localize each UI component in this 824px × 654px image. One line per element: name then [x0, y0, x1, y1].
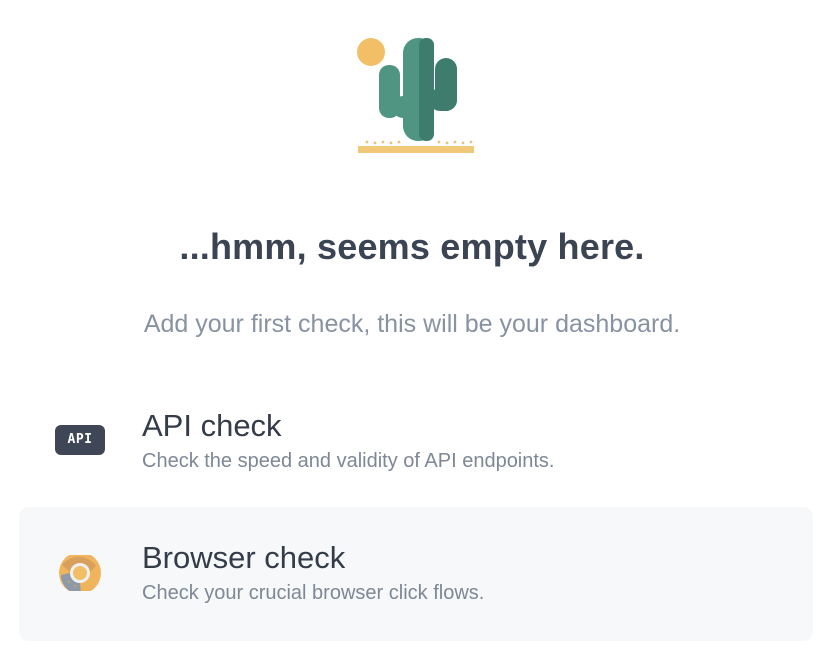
- browser-check-title: Browser check: [142, 540, 346, 575]
- empty-state-title: ...hmm, seems empty here.: [179, 226, 645, 267]
- api-icon: API: [55, 423, 105, 459]
- browser-check-description: Check your crucial browser click flows.: [142, 582, 485, 604]
- api-badge: API: [55, 425, 105, 455]
- browser-check-option[interactable]: Browser check Check your crucial browser…: [19, 507, 813, 641]
- cactus-illustration: [350, 30, 478, 158]
- api-check-option[interactable]: API API check Check the speed and validi…: [19, 375, 813, 509]
- empty-state-subtitle: Add your first check, this will be your …: [143, 310, 681, 338]
- browser-icon: [55, 552, 105, 595]
- api-check-title: API check: [142, 408, 282, 443]
- api-check-description: Check the speed and validity of API endp…: [142, 450, 555, 472]
